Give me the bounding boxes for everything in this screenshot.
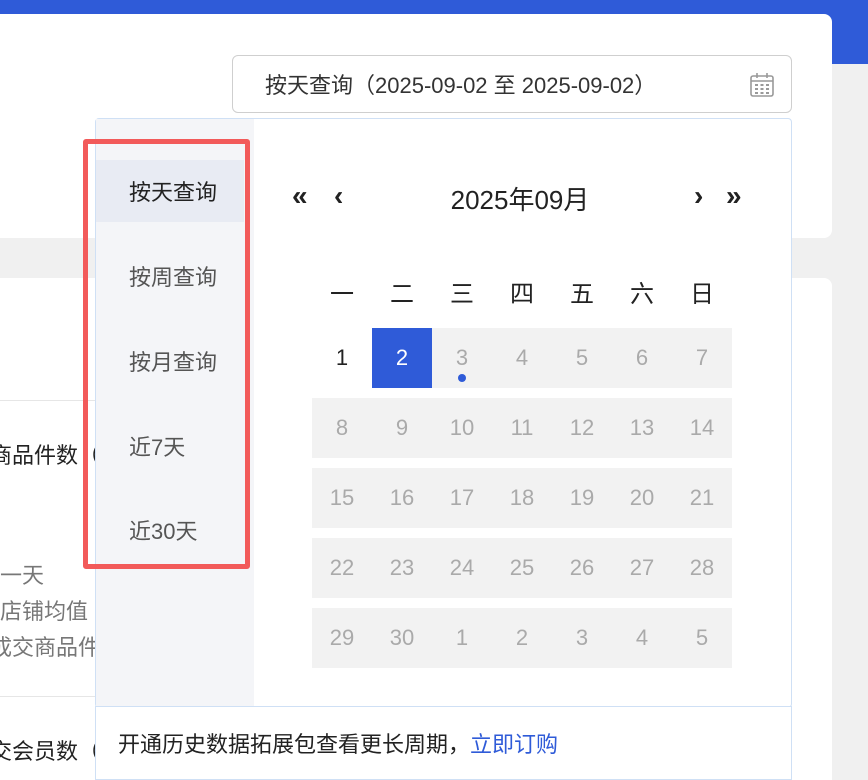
calendar-day: 29 xyxy=(312,608,372,668)
calendar-day-number: 2 xyxy=(515,625,529,650)
calendar-day-number: 13 xyxy=(629,415,655,440)
upgrade-message: 开通历史数据拓展包查看更长周期， xyxy=(118,732,471,757)
calendar-day: 13 xyxy=(612,398,672,458)
calendar-day-number: 3 xyxy=(455,345,469,370)
weekday-header: 二 xyxy=(390,281,414,308)
divider xyxy=(0,696,100,697)
calendar-month-title: 2025年09月 xyxy=(450,185,590,215)
calendar-day: 6 xyxy=(612,328,672,388)
calendar-day: 4 xyxy=(612,608,672,668)
calendar-day: 1 xyxy=(432,608,492,668)
calendar-day: 5 xyxy=(552,328,612,388)
calendar-day: 28 xyxy=(672,538,732,598)
calendar-day-number: 26 xyxy=(569,555,595,580)
calendar-day-number: 6 xyxy=(635,345,649,370)
calendar-day-number: 28 xyxy=(689,555,715,580)
weekday-header: 五 xyxy=(570,281,594,308)
calendar-day: 21 xyxy=(672,468,732,528)
calendar-day: 9 xyxy=(372,398,432,458)
weekday-header: 日 xyxy=(690,281,714,308)
calendar-day-number: 29 xyxy=(329,625,355,650)
today-indicator-dot xyxy=(458,374,466,382)
calendar-day-number: 22 xyxy=(329,555,355,580)
calendar-day-number: 24 xyxy=(449,555,475,580)
subscribe-link[interactable]: 立即订购 xyxy=(470,727,558,759)
calendar-day: 5 xyxy=(672,608,732,668)
metric-note: 店铺均值 xyxy=(0,599,89,624)
calendar-day-number: 10 xyxy=(449,415,475,440)
prev-month-button[interactable]: ‹ xyxy=(334,180,343,212)
date-range-value: 按天查询（2025-09-02 至 2025-09-02） xyxy=(265,73,657,98)
metric-note: 成交商品件 xyxy=(0,635,100,660)
prev-year-button[interactable]: « xyxy=(292,180,308,212)
calendar-day: 3 xyxy=(552,608,612,668)
calendar-day: 27 xyxy=(612,538,672,598)
calendar-day-number: 5 xyxy=(695,625,709,650)
calendar-day: 17 xyxy=(432,468,492,528)
calendar-day: 2 xyxy=(492,608,552,668)
calendar-day-number: 20 xyxy=(629,485,655,510)
calendar-day-number: 7 xyxy=(695,345,709,370)
calendar-icon xyxy=(750,73,774,97)
calendar-day: 19 xyxy=(552,468,612,528)
calendar-day[interactable]: 2 xyxy=(372,328,432,388)
calendar-day: 14 xyxy=(672,398,732,458)
calendar-day-number: 1 xyxy=(335,345,349,370)
metric-label: 交会员数（ xyxy=(0,739,100,764)
calendar-day-number: 16 xyxy=(389,485,415,510)
highlight-annotation-box xyxy=(83,139,250,569)
calendar-day: 12 xyxy=(552,398,612,458)
history-upgrade-banner: 开通历史数据拓展包查看更长周期， 立即订购 xyxy=(95,706,792,780)
calendar-day-number: 12 xyxy=(569,415,595,440)
calendar-day: 3 xyxy=(432,328,492,388)
calendar-day: 23 xyxy=(372,538,432,598)
calendar-day: 10 xyxy=(432,398,492,458)
calendar-day-number: 8 xyxy=(335,415,349,440)
weekday-header: 三 xyxy=(450,281,474,308)
calendar-day: 8 xyxy=(312,398,372,458)
calendar-day-number: 2 xyxy=(395,345,409,370)
calendar-day-number: 9 xyxy=(395,415,409,440)
calendar-day-number: 19 xyxy=(569,485,595,510)
weekday-header: 四 xyxy=(510,281,534,308)
calendar-day-number: 21 xyxy=(689,485,715,510)
next-year-button[interactable]: » xyxy=(726,180,742,212)
calendar-day: 22 xyxy=(312,538,372,598)
weekday-header: 六 xyxy=(630,281,654,308)
calendar-day-number: 15 xyxy=(329,485,355,510)
calendar-day-number: 4 xyxy=(635,625,649,650)
calendar-day-number: 11 xyxy=(510,415,534,440)
calendar-day-number: 17 xyxy=(449,485,475,510)
calendar-day-number: 23 xyxy=(389,555,415,580)
calendar-day: 18 xyxy=(492,468,552,528)
calendar-day-number: 27 xyxy=(629,555,655,580)
calendar-day-number: 1 xyxy=(455,625,469,650)
calendar-day[interactable]: 1 xyxy=(312,328,372,388)
calendar-day: 24 xyxy=(432,538,492,598)
calendar-day: 16 xyxy=(372,468,432,528)
calendar-day-number: 30 xyxy=(389,625,415,650)
calendar-day-number: 3 xyxy=(575,625,589,650)
calendar-day-number: 18 xyxy=(509,485,535,510)
weekday-header: 一 xyxy=(330,281,354,308)
calendar-day-number: 5 xyxy=(575,345,589,370)
calendar-day: 30 xyxy=(372,608,432,668)
next-month-button[interactable]: › xyxy=(694,180,703,212)
calendar-day: 20 xyxy=(612,468,672,528)
calendar-day: 11 xyxy=(492,398,552,458)
calendar-day: 15 xyxy=(312,468,372,528)
calendar-day-number: 14 xyxy=(689,415,715,440)
calendar-day-number: 25 xyxy=(509,555,535,580)
calendar-day: 26 xyxy=(552,538,612,598)
calendar-day-number: 4 xyxy=(515,345,529,370)
date-range-input[interactable]: 按天查询（2025-09-02 至 2025-09-02） xyxy=(232,55,792,113)
calendar-day: 7 xyxy=(672,328,732,388)
calendar-day: 25 xyxy=(492,538,552,598)
calendar-day: 4 xyxy=(492,328,552,388)
